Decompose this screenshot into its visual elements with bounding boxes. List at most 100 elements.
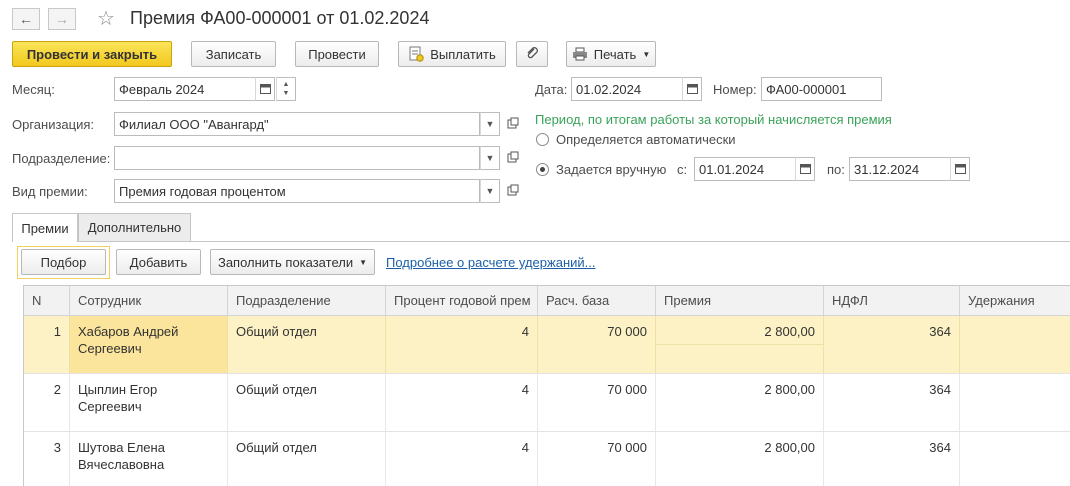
document-title: Премия ФА00-000001 от 01.02.2024	[130, 8, 430, 28]
column-header[interactable]: НДФЛ	[824, 286, 960, 316]
radio-auto[interactable]	[536, 133, 549, 146]
month-field[interactable]: Февраль 2024	[114, 77, 256, 101]
fill-indicators-button[interactable]: Заполнить показатели ▼	[210, 249, 375, 275]
open-window-icon	[507, 117, 519, 132]
open-window-icon	[507, 184, 519, 199]
stepper-up-icon[interactable]: ▲	[283, 80, 290, 89]
month-calendar-button[interactable]	[255, 77, 275, 101]
column-header[interactable]: Сотрудник	[70, 286, 228, 316]
number-field[interactable]: ФА00-000001	[761, 77, 882, 101]
attach-button[interactable]	[516, 41, 548, 67]
arrow-left-icon: ←	[19, 11, 33, 27]
print-label: Печать	[593, 46, 637, 62]
column-header[interactable]: N	[24, 286, 70, 316]
radio-manual-label[interactable]: Задается вручную	[556, 162, 666, 177]
bonus-type-field[interactable]: Премия годовая процентом	[114, 179, 480, 203]
base-cell[interactable]: 70 000	[538, 316, 656, 373]
bonus-cell[interactable]: 2 800,00	[656, 374, 824, 431]
ndfl-cell[interactable]: 364	[824, 432, 960, 486]
dropdown-arrow-icon: ▼	[485, 153, 495, 163]
date-calendar-button[interactable]	[682, 77, 702, 101]
bonus-cell[interactable]: 2 800,00	[656, 432, 824, 486]
bonus-table: N Сотрудник Подразделение Процент годово…	[23, 285, 1070, 486]
row-number: 2	[24, 374, 70, 431]
month-label: Месяц:	[12, 82, 55, 97]
department-cell[interactable]: Общий отдел	[228, 374, 386, 431]
post-button[interactable]: Провести	[295, 41, 379, 67]
calendar-icon	[799, 163, 811, 176]
organization-open-button[interactable]	[503, 114, 523, 134]
bonus-type-dropdown-button[interactable]: ▼	[480, 179, 500, 203]
write-label: Записать	[205, 46, 262, 62]
back-button[interactable]: ←	[12, 8, 40, 30]
from-date-field[interactable]: 01.01.2024	[694, 157, 796, 181]
to-calendar-button[interactable]	[950, 157, 970, 181]
favorite-star-icon[interactable]: ☆	[97, 6, 115, 31]
tab-additional[interactable]: Дополнительно	[78, 213, 191, 241]
paperclip-icon	[525, 46, 539, 63]
organization-field[interactable]: Филиал ООО "Авангард"	[114, 112, 480, 136]
add-button[interactable]: Добавить	[116, 249, 201, 275]
table-row[interactable]: 1 Хабаров Андрей Сергеевич Общий отдел 4…	[24, 316, 1070, 374]
to-label: по:	[827, 162, 845, 177]
column-header[interactable]: Подразделение	[228, 286, 386, 316]
dropdown-arrow-icon: ▼	[485, 186, 495, 196]
from-calendar-button[interactable]	[795, 157, 815, 181]
post-and-close-button[interactable]: Провести и закрыть	[12, 41, 172, 67]
dropdown-arrow-icon: ▼	[359, 257, 368, 267]
row-number: 3	[24, 432, 70, 486]
deductions-cell[interactable]	[960, 432, 1070, 486]
month-stepper[interactable]: ▲ ▼	[276, 77, 296, 101]
employee-cell[interactable]: Цыплин Егор Сергеевич	[70, 374, 228, 431]
column-header[interactable]: Премия	[656, 286, 824, 316]
date-field[interactable]: 01.02.2024	[571, 77, 683, 101]
forward-button[interactable]: →	[48, 8, 76, 30]
tab-bonuses-label: Премии	[21, 220, 69, 236]
base-cell[interactable]: 70 000	[538, 432, 656, 486]
column-header[interactable]: Расч. база	[538, 286, 656, 316]
pick-button[interactable]: Подбор	[21, 249, 106, 275]
base-cell[interactable]: 70 000	[538, 374, 656, 431]
bonus-type-open-button[interactable]	[503, 181, 523, 201]
deductions-cell[interactable]	[960, 374, 1070, 431]
ndfl-cell[interactable]: 364	[824, 316, 960, 373]
percent-cell[interactable]: 4	[386, 432, 538, 486]
department-cell[interactable]: Общий отдел	[228, 316, 386, 373]
employee-cell[interactable]: Шутова Елена Вячеславовна	[70, 432, 228, 486]
fill-indicators-label: Заполнить показатели	[217, 254, 354, 270]
to-date-field[interactable]: 31.12.2024	[849, 157, 951, 181]
stepper-down-icon[interactable]: ▼	[283, 89, 290, 98]
percent-cell[interactable]: 4	[386, 374, 538, 431]
bonus-cell[interactable]: 2 800,00	[656, 316, 824, 373]
dropdown-arrow-icon: ▼	[642, 49, 651, 59]
pay-label: Выплатить	[430, 46, 496, 62]
column-header[interactable]: Удержания	[960, 286, 1070, 316]
employee-cell[interactable]: Хабаров Андрей Сергеевич	[70, 316, 228, 373]
pay-button[interactable]: Выплатить	[398, 41, 506, 67]
write-button[interactable]: Записать	[191, 41, 276, 67]
radio-auto-label[interactable]: Определяется автоматически	[556, 132, 736, 147]
dropdown-arrow-icon: ▼	[485, 119, 495, 129]
department-cell[interactable]: Общий отдел	[228, 432, 386, 486]
table-row[interactable]: 3 Шутова Елена Вячеславовна Общий отдел …	[24, 432, 1070, 486]
ndfl-cell[interactable]: 364	[824, 374, 960, 431]
arrow-right-icon: →	[55, 11, 69, 27]
department-open-button[interactable]	[503, 148, 523, 168]
tabs-baseline	[12, 241, 1070, 242]
organization-dropdown-button[interactable]: ▼	[480, 112, 500, 136]
department-dropdown-button[interactable]: ▼	[480, 146, 500, 170]
document-pay-icon	[408, 46, 424, 62]
table-row[interactable]: 2 Цыплин Егор Сергеевич Общий отдел 4 70…	[24, 374, 1070, 432]
department-field[interactable]	[114, 146, 480, 170]
deductions-cell[interactable]	[960, 316, 1070, 373]
column-header[interactable]: Процент годовой прем	[386, 286, 538, 316]
row-number: 1	[24, 316, 70, 373]
department-label: Подразделение:	[12, 151, 111, 166]
calendar-icon	[259, 83, 271, 96]
radio-manual[interactable]	[536, 163, 549, 176]
deductions-details-link[interactable]: Подробнее о расчете удержаний...	[386, 255, 596, 270]
print-button[interactable]: Печать ▼	[566, 41, 656, 67]
percent-cell[interactable]: 4	[386, 316, 538, 373]
date-label: Дата:	[535, 82, 568, 97]
tab-bonuses[interactable]: Премии	[12, 213, 78, 242]
